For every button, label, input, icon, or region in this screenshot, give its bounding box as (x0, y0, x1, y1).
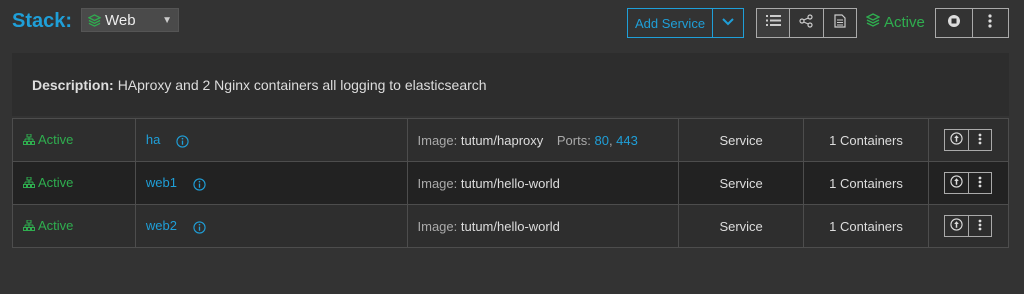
share-icon (799, 13, 814, 33)
description-panel: Description: HAproxy and 2 Nginx contain… (12, 53, 1009, 116)
cube-stack-icon (88, 13, 101, 27)
description-label: Description: (32, 76, 114, 93)
list-view-button[interactable] (757, 9, 791, 37)
image-label: Image: (417, 132, 458, 148)
service-state-cell: Active (12, 118, 136, 162)
chevron-down-icon (721, 14, 735, 32)
row-more-button[interactable] (969, 173, 992, 193)
service-name-link[interactable]: web2 (146, 218, 177, 233)
service-state-cell: Active (12, 161, 136, 205)
port-link[interactable]: 80 (594, 133, 608, 148)
add-service-button-group: Add Service (627, 8, 744, 38)
sitemap-icon (23, 134, 35, 145)
redeploy-icon (950, 132, 963, 148)
row-action-group (944, 215, 993, 237)
image-value: tutum/hello-world (460, 218, 560, 234)
ports-label: Ports: (556, 132, 591, 148)
service-containers-cell: 1 Containers (803, 204, 929, 248)
view-toggle-group (756, 8, 857, 38)
service-name-link[interactable]: ha (146, 132, 160, 147)
more-vertical-icon (978, 133, 982, 148)
stack-actions-group (935, 8, 1009, 38)
service-state-text: Active (38, 132, 74, 147)
layers-icon (865, 13, 881, 31)
service-kind-cell: Service (678, 161, 805, 205)
service-containers-cell: 1 Containers (803, 118, 929, 162)
more-vertical-icon (988, 13, 992, 33)
document-button[interactable] (824, 9, 856, 37)
info-icon[interactable] (192, 220, 206, 234)
service-state-text: Active (38, 175, 74, 190)
redeploy-button[interactable] (945, 216, 969, 236)
description-text: HAproxy and 2 Nginx containers all loggi… (117, 76, 487, 93)
service-image-cell: Image: tutum/hello-world (406, 161, 680, 205)
image-value: tutum/haproxy (460, 132, 544, 148)
redeploy-button[interactable] (945, 173, 969, 193)
document-icon (834, 13, 846, 33)
service-name-cell: web2 (134, 204, 408, 248)
sitemap-icon (23, 220, 35, 231)
add-service-dropdown-button[interactable] (713, 9, 743, 37)
list-icon (765, 14, 781, 32)
service-state-cell: Active (12, 204, 136, 248)
sitemap-icon (23, 177, 35, 188)
stack-select[interactable]: Web ▼ (81, 8, 179, 32)
service-image-cell: Image: tutum/haproxy Ports: 80, 443 (406, 118, 680, 162)
service-name-cell: ha (134, 118, 408, 162)
caret-down-icon: ▼ (162, 14, 172, 26)
row-more-button[interactable] (969, 216, 992, 236)
stop-button[interactable] (936, 9, 973, 37)
service-kind-cell: Service (678, 118, 805, 162)
info-icon[interactable] (192, 177, 206, 191)
row-more-button[interactable] (969, 130, 992, 150)
more-options-button[interactable] (973, 9, 1009, 37)
redeploy-icon (950, 175, 963, 191)
service-image-cell: Image: tutum/hello-world (406, 204, 680, 248)
redeploy-icon (950, 218, 963, 234)
image-label: Image: (417, 175, 458, 191)
service-actions-cell (927, 204, 1010, 248)
info-icon[interactable] (176, 134, 189, 148)
services-table: Active ha Image: tutum/haproxy Ports: 80… (12, 118, 1010, 248)
port-link[interactable]: 443 (616, 133, 638, 148)
table-row: Active web1 Image: tutum/hello-world Ser… (12, 161, 1010, 205)
service-kind-cell: Service (678, 204, 805, 248)
service-actions-cell (927, 161, 1010, 205)
share-button[interactable] (790, 9, 824, 37)
redeploy-button[interactable] (945, 130, 969, 150)
table-row: Active web2 Image: tutum/hello-world Ser… (12, 204, 1010, 248)
service-name-link[interactable]: web1 (146, 175, 177, 190)
service-actions-cell (927, 118, 1010, 162)
more-vertical-icon (978, 176, 982, 191)
stack-status-text: Active (884, 13, 925, 31)
more-vertical-icon (978, 219, 982, 234)
stop-icon (947, 14, 961, 33)
row-action-group (944, 172, 993, 194)
stack-status: Active (865, 13, 925, 31)
service-containers-cell: 1 Containers (803, 161, 929, 205)
add-service-button[interactable]: Add Service (628, 9, 713, 37)
top-bar: Stack: Web ▼ Add Service Active (0, 0, 1024, 44)
table-row: Active ha Image: tutum/haproxy Ports: 80… (12, 118, 1010, 162)
image-value: tutum/hello-world (460, 175, 560, 191)
stack-select-value: Web (105, 11, 136, 29)
service-state-text: Active (38, 218, 74, 233)
row-action-group (944, 129, 993, 151)
stack-label: Stack: (12, 10, 73, 32)
image-label: Image: (417, 218, 458, 234)
service-name-cell: web1 (134, 161, 408, 205)
